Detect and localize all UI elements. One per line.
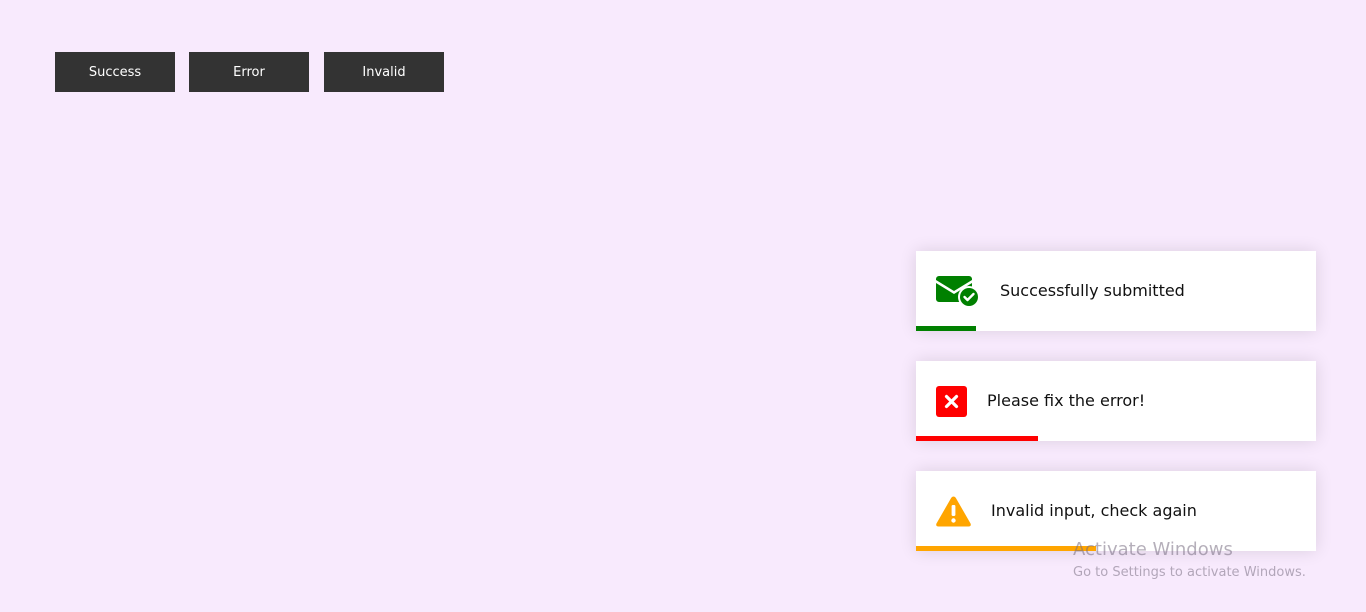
toast-message: Please fix the error! xyxy=(987,391,1146,410)
success-toast: Successfully submitted xyxy=(916,251,1316,331)
error-button[interactable]: Error xyxy=(189,52,309,92)
envelope-check-icon xyxy=(936,276,980,308)
warning-triangle-icon xyxy=(936,496,971,527)
toast-message: Invalid input, check again xyxy=(991,501,1197,520)
toast-trigger-buttons: Success Error Invalid xyxy=(55,52,444,92)
success-button[interactable]: Success xyxy=(55,52,175,92)
error-x-icon xyxy=(936,386,967,417)
error-toast: Please fix the error! xyxy=(916,361,1316,441)
toast-progress-bar xyxy=(916,546,1096,551)
toast-progress-bar xyxy=(916,326,976,331)
watermark-title: Activate Windows xyxy=(1073,539,1233,560)
watermark-subtitle: Go to Settings to activate Windows. xyxy=(1073,565,1306,580)
invalid-button[interactable]: Invalid xyxy=(324,52,444,92)
activate-windows-watermark: Activate Windows Go to Settings to activ… xyxy=(1073,539,1306,582)
toast-message: Successfully submitted xyxy=(1000,281,1185,300)
toast-progress-bar xyxy=(916,436,1038,441)
